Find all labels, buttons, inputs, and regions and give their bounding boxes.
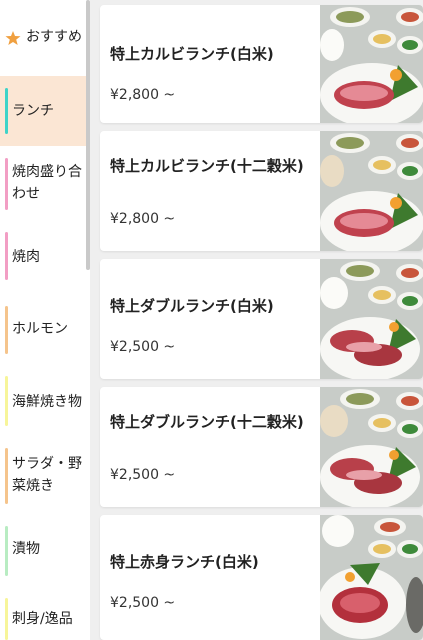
menu-item-name: 特上カルビランチ(白米): [110, 45, 274, 63]
sidebar-item-favorites[interactable]: おすすめ: [0, 0, 90, 76]
sidebar-item-assorted-yakiniku[interactable]: 焼肉盛り合わせ: [0, 146, 90, 222]
menu-card[interactable]: 特上ダブルランチ(白米) ¥2,500 ~: [100, 259, 423, 379]
sidebar-item-label: 刺身/逸品: [12, 611, 73, 627]
sidebar-item-label: ホルモン: [12, 321, 68, 337]
menu-item-name: 特上ダブルランチ(十二穀米): [110, 413, 304, 431]
menu-item-price: ¥2,500 ~: [110, 595, 176, 611]
menu-item-price: ¥2,500 ~: [110, 467, 176, 483]
category-color-bar: [5, 526, 8, 576]
sidebar-item-label: 焼肉盛り合わせ: [12, 164, 82, 202]
category-color-bar: [5, 232, 8, 280]
sidebar-item-lunch[interactable]: ランチ: [0, 76, 90, 146]
menu-item-price: ¥2,500 ~: [110, 339, 176, 355]
menu-item-name: 特上カルビランチ(十二穀米): [110, 157, 304, 175]
menu-item-name: 特上赤身ランチ(白米): [110, 553, 259, 571]
sidebar-item-label: 漬物: [12, 541, 40, 557]
category-color-bar: [5, 448, 8, 504]
sidebar-item-seafood[interactable]: 海鮮焼き物: [0, 370, 90, 440]
menu-item-price: ¥2,800 ~: [110, 211, 176, 227]
menu-card[interactable]: 特上カルビランチ(十二穀米) ¥2,800 ~: [100, 131, 423, 251]
menu-card[interactable]: 特上ダブルランチ(十二穀米) ¥2,500 ~: [100, 387, 423, 507]
menu-list: 特上カルビランチ(白米) ¥2,800 ~ 特上カルビランチ(十二穀米) ¥2,…: [90, 0, 423, 640]
menu-item-price: ¥2,800 ~: [110, 87, 176, 103]
category-color-bar: [5, 306, 8, 354]
sidebar-item-pickles[interactable]: 漬物: [0, 516, 90, 586]
dish-photo: [320, 387, 423, 507]
sidebar-item-salad-vegetables[interactable]: サラダ・野菜焼き: [0, 440, 90, 516]
menu-card[interactable]: 特上カルビランチ(白米) ¥2,800 ~: [100, 5, 423, 123]
sidebar-item-yakiniku[interactable]: 焼肉: [0, 222, 90, 292]
sidebar-item-label: おすすめ: [26, 29, 82, 45]
category-color-bar: [5, 158, 8, 210]
menu-card[interactable]: 特上赤身ランチ(白米) ¥2,500 ~: [100, 515, 423, 640]
sidebar-item-label: サラダ・野菜焼き: [12, 456, 82, 494]
sidebar-item-horumon[interactable]: ホルモン: [0, 300, 90, 370]
dish-photo: [320, 5, 423, 123]
sidebar-item-label: 海鮮焼き物: [12, 394, 82, 410]
category-color-bar: [5, 598, 8, 640]
menu-item-name: 特上ダブルランチ(白米): [110, 297, 274, 315]
dish-photo: [320, 259, 423, 379]
dish-photo: [320, 131, 423, 251]
star-icon: [5, 31, 21, 45]
sidebar-item-label: ランチ: [12, 103, 54, 119]
sidebar-item-sashimi[interactable]: 刺身/逸品: [0, 588, 90, 640]
category-color-bar: [5, 88, 8, 134]
dish-photo: [320, 515, 423, 640]
category-color-bar: [5, 376, 8, 426]
category-sidebar: おすすめ ランチ 焼肉盛り合わせ 焼肉 ホルモン 海鮮焼き物 サラダ・野菜焼き …: [0, 0, 90, 640]
sidebar-item-label: 焼肉: [12, 249, 40, 265]
